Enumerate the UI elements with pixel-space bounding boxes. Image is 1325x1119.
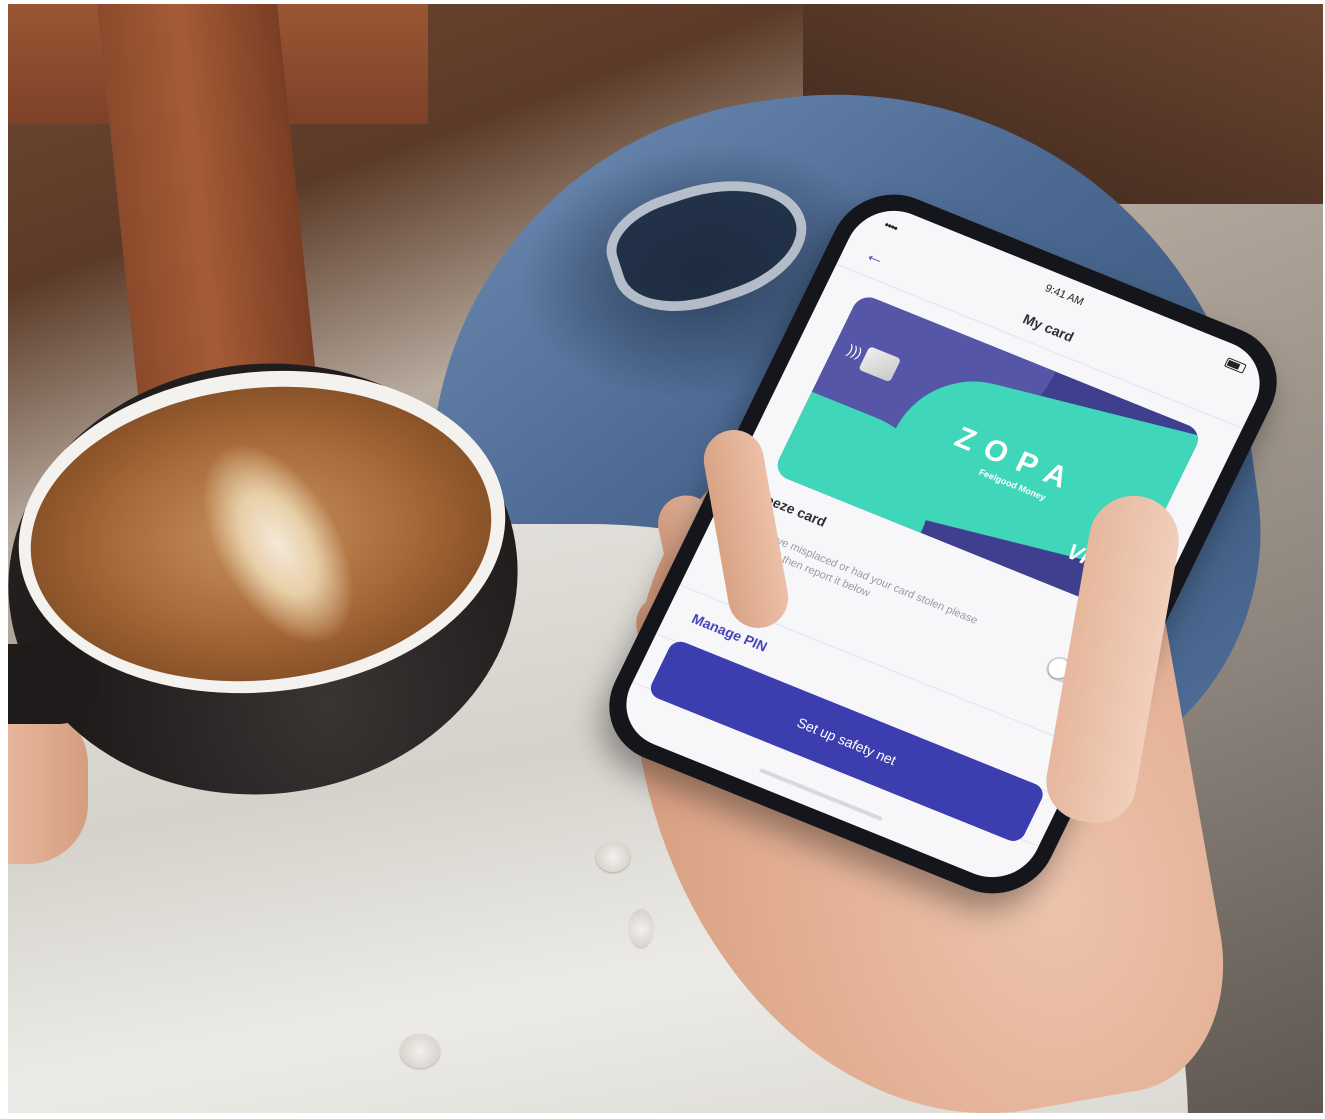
shirt-button <box>400 1034 440 1068</box>
cup-handle <box>8 644 98 724</box>
battery-icon <box>1223 357 1247 374</box>
photo-scene: •••• 9:41 AM ← My card ))) ZOPA Feelgood… <box>8 4 1323 1113</box>
shirt-button <box>596 842 630 872</box>
shirt-button <box>628 909 654 949</box>
